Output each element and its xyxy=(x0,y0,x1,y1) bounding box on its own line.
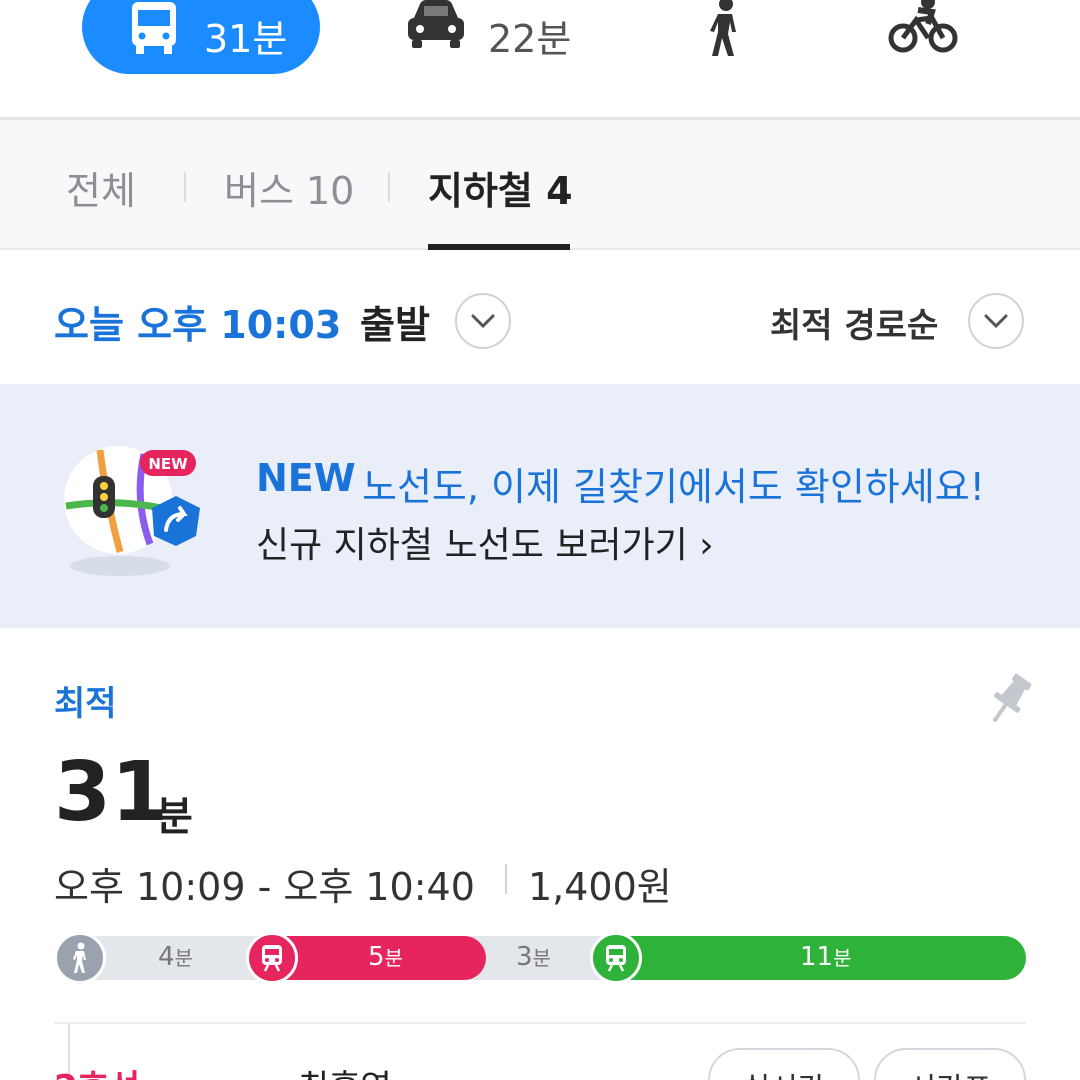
departure-time[interactable]: 오늘 오후 10:03 xyxy=(54,294,341,349)
tab-divider xyxy=(388,172,390,202)
info-divider xyxy=(505,864,507,894)
timetable-button[interactable]: 시간표 xyxy=(874,1048,1026,1080)
station-name: 최흥역 xyxy=(298,1060,392,1080)
chevron-down-icon xyxy=(471,314,495,329)
departure-dropdown-button[interactable] xyxy=(455,293,511,349)
banner-link[interactable]: 신규 지하철 노선도 보러가기 › xyxy=(256,516,714,568)
banner-title: 노선도, 이제 길찾기에서도 확인하세요! xyxy=(362,465,985,509)
transit-mode-button[interactable]: 31분 xyxy=(82,0,320,74)
sort-label[interactable]: 최적 경로순 xyxy=(770,298,938,347)
subway-segment-icon xyxy=(590,932,642,984)
tab-bus[interactable]: 버스 10 xyxy=(224,160,354,215)
banner-new-label: NEW xyxy=(256,456,356,500)
tab-all[interactable]: 전체 xyxy=(66,160,136,215)
green-segment-minutes: 11분 xyxy=(800,942,852,972)
transfer-walk-minutes: 3분 xyxy=(516,942,551,972)
duration-unit: 분 xyxy=(156,794,193,840)
departure-label: 출발 xyxy=(360,303,430,347)
realtime-button[interactable]: 실시간 xyxy=(708,1048,860,1080)
active-tab-indicator xyxy=(428,244,570,250)
subway-map-icon: NEW xyxy=(60,440,210,584)
tab-subway[interactable]: 지하철 4 xyxy=(428,160,573,215)
car-time[interactable]: 22분 xyxy=(488,8,571,63)
route-badge: 최적 xyxy=(54,684,117,724)
route-duration: 31 xyxy=(54,745,169,840)
transit-time: 31분 xyxy=(204,17,288,61)
car-icon[interactable] xyxy=(404,0,468,58)
bicycle-icon[interactable] xyxy=(888,0,958,60)
tab-divider xyxy=(184,172,186,202)
route-fare: 1,400원 xyxy=(528,865,672,909)
chevron-down-icon xyxy=(984,314,1008,329)
route-divider xyxy=(54,1022,1026,1024)
new-badge: NEW xyxy=(148,455,188,473)
transit-tabs: 전체 버스 10 지하철 4 xyxy=(0,120,1080,250)
bus-icon xyxy=(126,2,182,62)
sort-dropdown-button[interactable] xyxy=(968,293,1024,349)
walk-segment-minutes: 4분 xyxy=(158,942,193,972)
mode-bar: 31분 22분 xyxy=(0,0,1080,118)
red-segment-minutes: 5분 xyxy=(368,942,403,972)
pin-icon[interactable] xyxy=(986,672,1032,732)
walk-icon[interactable] xyxy=(700,0,750,62)
line-label: 2호선 xyxy=(54,1060,140,1080)
subway-segment-icon xyxy=(246,932,298,984)
route-time-range: 오후 10:09 - 오후 10:40 xyxy=(54,865,475,909)
walk-segment-icon xyxy=(54,932,106,984)
